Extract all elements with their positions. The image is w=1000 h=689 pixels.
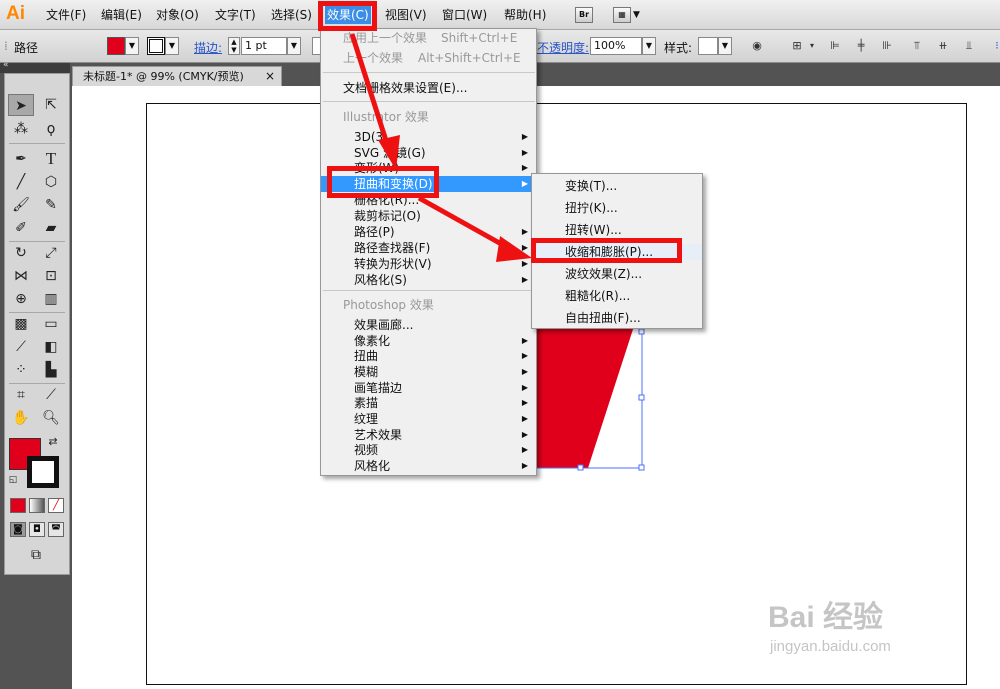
watermark-url: jingyan.baidu.com [770, 638, 891, 655]
watermark-logo-text: Bai 经验 [768, 601, 884, 634]
annotation-arrow-line [349, 33, 392, 151]
annotation-arrow-line [417, 195, 514, 253]
watermark: Bai 经验 jingyan.baidu.com [768, 582, 968, 662]
annotation-arrowhead [496, 236, 532, 262]
annotation-arrowhead [378, 135, 400, 170]
